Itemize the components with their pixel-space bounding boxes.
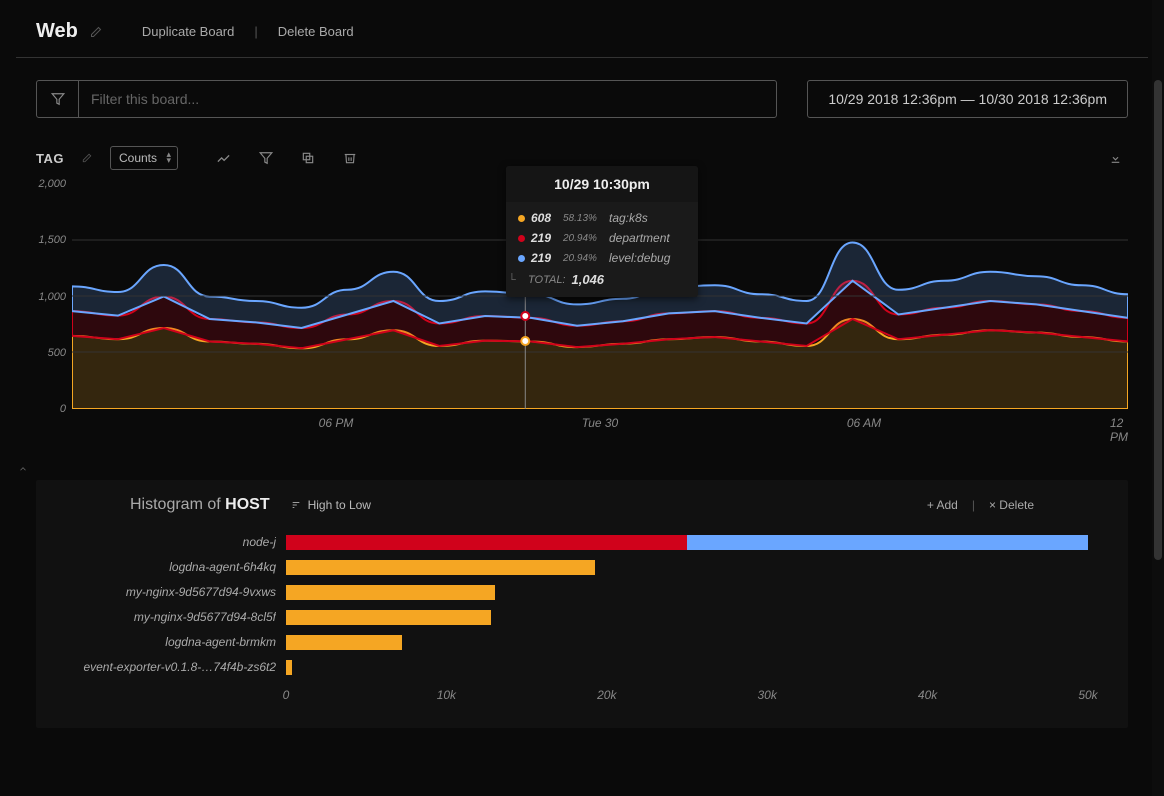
tooltip-row: 608 58.13% tag:k8s xyxy=(518,208,686,228)
tag-label: TAG xyxy=(36,151,64,166)
delete-board-button[interactable]: Delete Board xyxy=(278,24,354,39)
funnel-icon[interactable] xyxy=(259,151,273,166)
aggregation-select[interactable]: Counts ▴▾ xyxy=(110,146,178,170)
tooltip-time: 10/29 10:30pm xyxy=(506,166,698,202)
board-title: Web xyxy=(36,20,78,43)
add-histogram-button[interactable]: + Add xyxy=(927,498,958,512)
tooltip-row: 219 20.94% department xyxy=(518,228,686,248)
select-caret-icon: ▴▾ xyxy=(166,150,171,164)
trash-icon[interactable] xyxy=(343,151,357,166)
histogram-x-labels: 0 10k 20k 30k 40k 50k xyxy=(286,688,1088,708)
histogram-row-label: logdna-agent-brmkm xyxy=(76,630,276,655)
copy-icon[interactable] xyxy=(301,151,315,166)
scrollbar[interactable] xyxy=(1152,0,1164,796)
histogram-row-label: my-nginx-9d5677d94-9vxws xyxy=(76,580,276,605)
histogram-bar-row[interactable] xyxy=(286,655,1088,680)
line-chart-icon[interactable] xyxy=(216,151,231,166)
tooltip-row: 219 20.94% level:debug xyxy=(518,248,686,268)
filter-input[interactable] xyxy=(79,81,776,117)
collapse-toggle[interactable] xyxy=(16,458,1148,480)
histogram-bar-row[interactable] xyxy=(286,630,1088,655)
date-range-picker[interactable]: 10/29 2018 12:36pm — 10/30 2018 12:36pm xyxy=(807,80,1128,118)
filter-group xyxy=(36,80,777,118)
histogram-row-label: logdna-agent-6h4kq xyxy=(76,555,276,580)
histogram-bars: 0 10k 20k 30k 40k 50k xyxy=(286,530,1088,708)
tooltip-total: └TOTAL: 1,046 xyxy=(518,268,686,287)
histogram-title: Histogram of HOST xyxy=(130,496,270,514)
divider: | xyxy=(254,24,257,39)
histogram-bar-row[interactable] xyxy=(286,605,1088,630)
filter-icon[interactable] xyxy=(37,81,79,117)
sort-control[interactable]: High to Low xyxy=(290,498,371,512)
edit-title-icon[interactable] xyxy=(90,26,102,38)
histogram-row-label: event-exporter-v0.1.8-…74f4b-zs6t2 xyxy=(76,655,276,680)
histogram-panel: Histogram of HOST High to Low + Add | × … xyxy=(36,480,1128,728)
histogram-row-label: my-nginx-9d5677d94-8cl5f xyxy=(76,605,276,630)
area-chart[interactable]: 2,000 1,500 1,000 500 0 06 PM Tue 30 06 … xyxy=(36,184,1128,454)
histogram-bar-row[interactable] xyxy=(286,580,1088,605)
scrollbar-thumb[interactable] xyxy=(1154,80,1162,560)
histogram-row-label: node-j xyxy=(76,530,276,555)
edit-tag-icon[interactable] xyxy=(82,153,92,163)
histogram-labels: node-jlogdna-agent-6h4kqmy-nginx-9d5677d… xyxy=(76,530,286,708)
delete-histogram-button[interactable]: × Delete xyxy=(989,498,1034,512)
board-header: Web Duplicate Board | Delete Board xyxy=(16,16,1148,58)
histogram-bar-row[interactable] xyxy=(286,530,1088,555)
x-axis-labels: 06 PM Tue 30 06 AM 12 PM xyxy=(72,416,1128,436)
select-value: Counts xyxy=(119,151,157,165)
download-icon[interactable] xyxy=(1109,152,1122,165)
y-axis-labels: 2,000 1,500 1,000 500 0 xyxy=(36,184,66,409)
duplicate-board-button[interactable]: Duplicate Board xyxy=(142,24,235,39)
chart-tooltip: 10/29 10:30pm 608 58.13% tag:k8s 219 20.… xyxy=(506,166,698,297)
histogram-bar-row[interactable] xyxy=(286,555,1088,580)
